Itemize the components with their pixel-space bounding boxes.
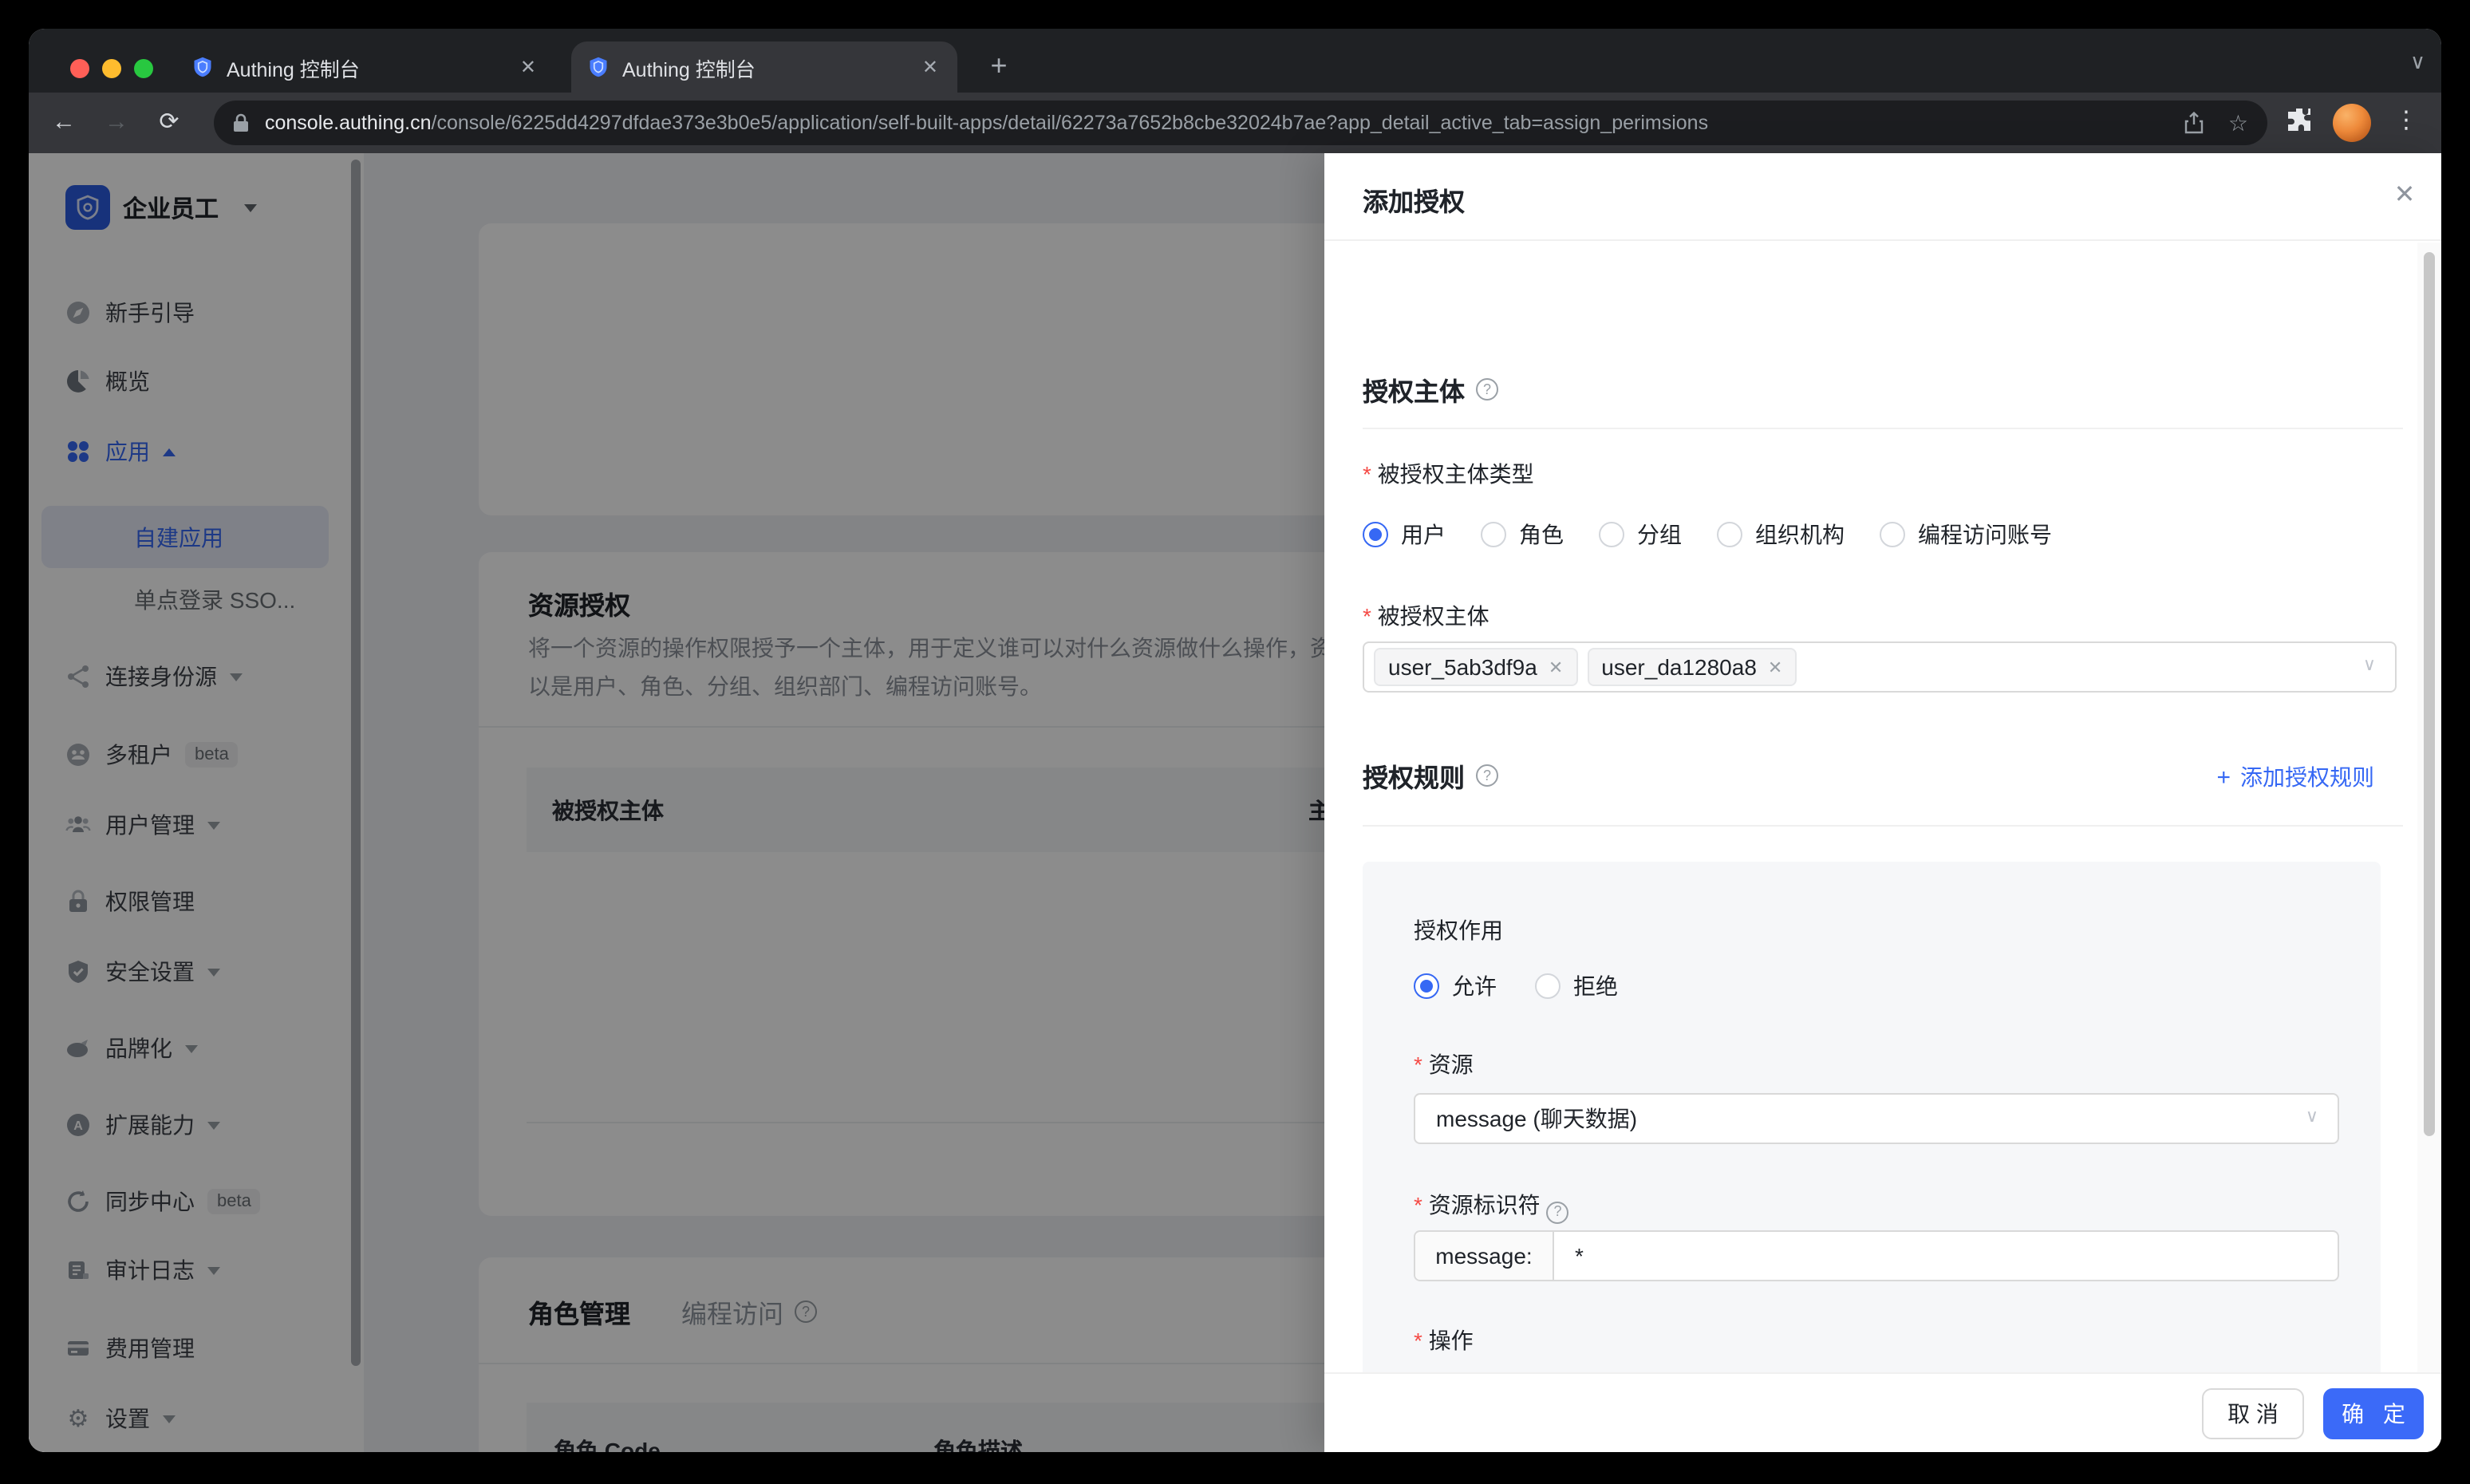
- tab-close-icon[interactable]: ✕: [517, 54, 539, 80]
- bookmark-star-icon[interactable]: ☆: [2228, 109, 2248, 136]
- chevron-down-icon: ∨: [2305, 1107, 2318, 1127]
- browser-tabbar: Authing 控制台 ✕ Authing 控制台 ✕ + ∨: [29, 29, 2441, 93]
- add-authorization-drawer: 添加授权 ✕ 授权主体 ? 被授权主体类型 用户 角色 分组 组织机构: [1324, 153, 2441, 1452]
- tab-title: Authing 控制台: [227, 58, 360, 81]
- cancel-button[interactable]: 取 消: [2202, 1387, 2304, 1439]
- tab-close-icon[interactable]: ✕: [919, 54, 941, 80]
- new-tab-button[interactable]: +: [980, 48, 1018, 83]
- add-rule-link[interactable]: + 添加授权规则: [2216, 761, 2374, 793]
- help-icon[interactable]: ?: [1546, 1201, 1569, 1223]
- chevron-down-icon: ∨: [2362, 656, 2376, 675]
- subject-tag: user_da1280a8 ✕: [1587, 648, 1797, 686]
- section-rules-heading: 授权规则 ?: [1363, 756, 1499, 795]
- remove-tag-icon[interactable]: ✕: [1768, 657, 1782, 677]
- remove-tag-icon[interactable]: ✕: [1549, 657, 1563, 677]
- resource-select[interactable]: message (聊天数据) ∨: [1414, 1093, 2339, 1144]
- action-label: 操作: [1414, 1324, 1474, 1356]
- radio-user[interactable]: 用户: [1363, 519, 1446, 551]
- identifier-input-group: message: *: [1414, 1230, 2339, 1281]
- desktop: Authing 控制台 ✕ Authing 控制台 ✕ + ∨ ← → ⟳ co…: [0, 0, 2470, 1484]
- authing-favicon-icon: [194, 57, 211, 77]
- reload-icon[interactable]: ⟳: [150, 105, 188, 140]
- plus-icon: +: [2216, 764, 2231, 791]
- rule-panel: 授权作用 允许 拒绝 资源 message (聊天数据) ∨ 资源标识符 ?: [1363, 862, 2381, 1372]
- traffic-minimize-icon[interactable]: [102, 59, 121, 78]
- tab-title: Authing 控制台: [622, 58, 756, 81]
- drawer-body: 授权主体 ? 被授权主体类型 用户 角色 分组 组织机构 编程访问账号 被授权主…: [1324, 241, 2441, 1372]
- subject-multiselect[interactable]: user_5ab3df9a ✕ user_da1280a8 ✕ ∨: [1363, 641, 2397, 693]
- url-text: console.authing.cn/console/6225dd4297dfd…: [265, 112, 1709, 134]
- tab-authing-console-1[interactable]: Authing 控制台 ✕: [176, 41, 555, 93]
- radio-icon: [1717, 522, 1742, 547]
- profile-avatar[interactable]: [2333, 104, 2371, 142]
- identifier-prefix: message:: [1415, 1232, 1554, 1280]
- radio-deny[interactable]: 拒绝: [1535, 970, 1618, 1002]
- browser-menu-icon[interactable]: ⋮: [2393, 105, 2419, 134]
- subject-type-label: 被授权主体类型: [1363, 458, 1534, 490]
- address-bar[interactable]: console.authing.cn/console/6225dd4297dfd…: [214, 101, 2267, 145]
- back-icon[interactable]: ←: [45, 105, 83, 140]
- drawer-title: 添加授权: [1363, 190, 1466, 217]
- help-icon[interactable]: ?: [1476, 378, 1499, 401]
- subject-tag: user_5ab3df9a ✕: [1374, 648, 1578, 686]
- radio-allow[interactable]: 允许: [1414, 970, 1497, 1002]
- confirm-button[interactable]: 确 定: [2323, 1387, 2424, 1439]
- radio-icon: [1880, 522, 1905, 547]
- traffic-zoom-icon[interactable]: [134, 59, 153, 78]
- drawer-footer: 取 消 确 定: [1324, 1372, 2441, 1452]
- extensions-puzzle-icon[interactable]: [2283, 104, 2315, 136]
- traffic-close-icon[interactable]: [70, 59, 89, 78]
- effect-label: 授权作用: [1414, 918, 1503, 943]
- tab-authing-console-2[interactable]: Authing 控制台 ✕: [571, 41, 957, 93]
- radio-organization[interactable]: 组织机构: [1717, 519, 1845, 551]
- page-content: 企业员工 新手引导 概览 应用 自建应用 单点登录 SSO... 连接身份源 多…: [29, 153, 2441, 1452]
- resource-label: 资源: [1414, 1048, 1474, 1080]
- identifier-label: 资源标识符 ?: [1414, 1189, 1569, 1223]
- radio-selected-icon: [1363, 522, 1388, 547]
- share-icon[interactable]: [2184, 112, 2206, 134]
- section-subject-heading: 授权主体 ?: [1363, 370, 1499, 408]
- drawer-scrollbar-thumb[interactable]: [2424, 252, 2435, 1136]
- radio-group[interactable]: 分组: [1599, 519, 1682, 551]
- effect-radio-group: 允许 拒绝: [1414, 970, 1618, 1002]
- radio-programmatic-account[interactable]: 编程访问账号: [1880, 519, 2052, 551]
- subject-label: 被授权主体: [1363, 600, 1489, 632]
- subject-type-radio-group: 用户 角色 分组 组织机构 编程访问账号: [1363, 519, 2052, 551]
- help-icon[interactable]: ?: [1476, 764, 1499, 787]
- tab-search-chevron-icon[interactable]: ∨: [2410, 49, 2425, 75]
- forward-icon[interactable]: →: [97, 105, 136, 140]
- close-icon[interactable]: ✕: [2387, 179, 2422, 214]
- radio-selected-icon: [1414, 973, 1439, 999]
- radio-role[interactable]: 角色: [1481, 519, 1564, 551]
- divider: [1363, 825, 2403, 827]
- radio-icon: [1535, 973, 1561, 999]
- radio-icon: [1481, 522, 1506, 547]
- identifier-input[interactable]: *: [1554, 1232, 2338, 1280]
- resource-select-value: message (聊天数据): [1436, 1106, 1638, 1131]
- browser-toolbar: ← → ⟳ console.authing.cn/console/6225dd4…: [29, 93, 2441, 153]
- lock-icon: [234, 113, 248, 132]
- radio-icon: [1599, 522, 1624, 547]
- browser-window: Authing 控制台 ✕ Authing 控制台 ✕ + ∨ ← → ⟳ co…: [29, 29, 2441, 1452]
- authing-favicon-icon: [590, 57, 607, 77]
- drawer-header: 添加授权 ✕: [1324, 153, 2441, 241]
- divider: [1363, 428, 2403, 429]
